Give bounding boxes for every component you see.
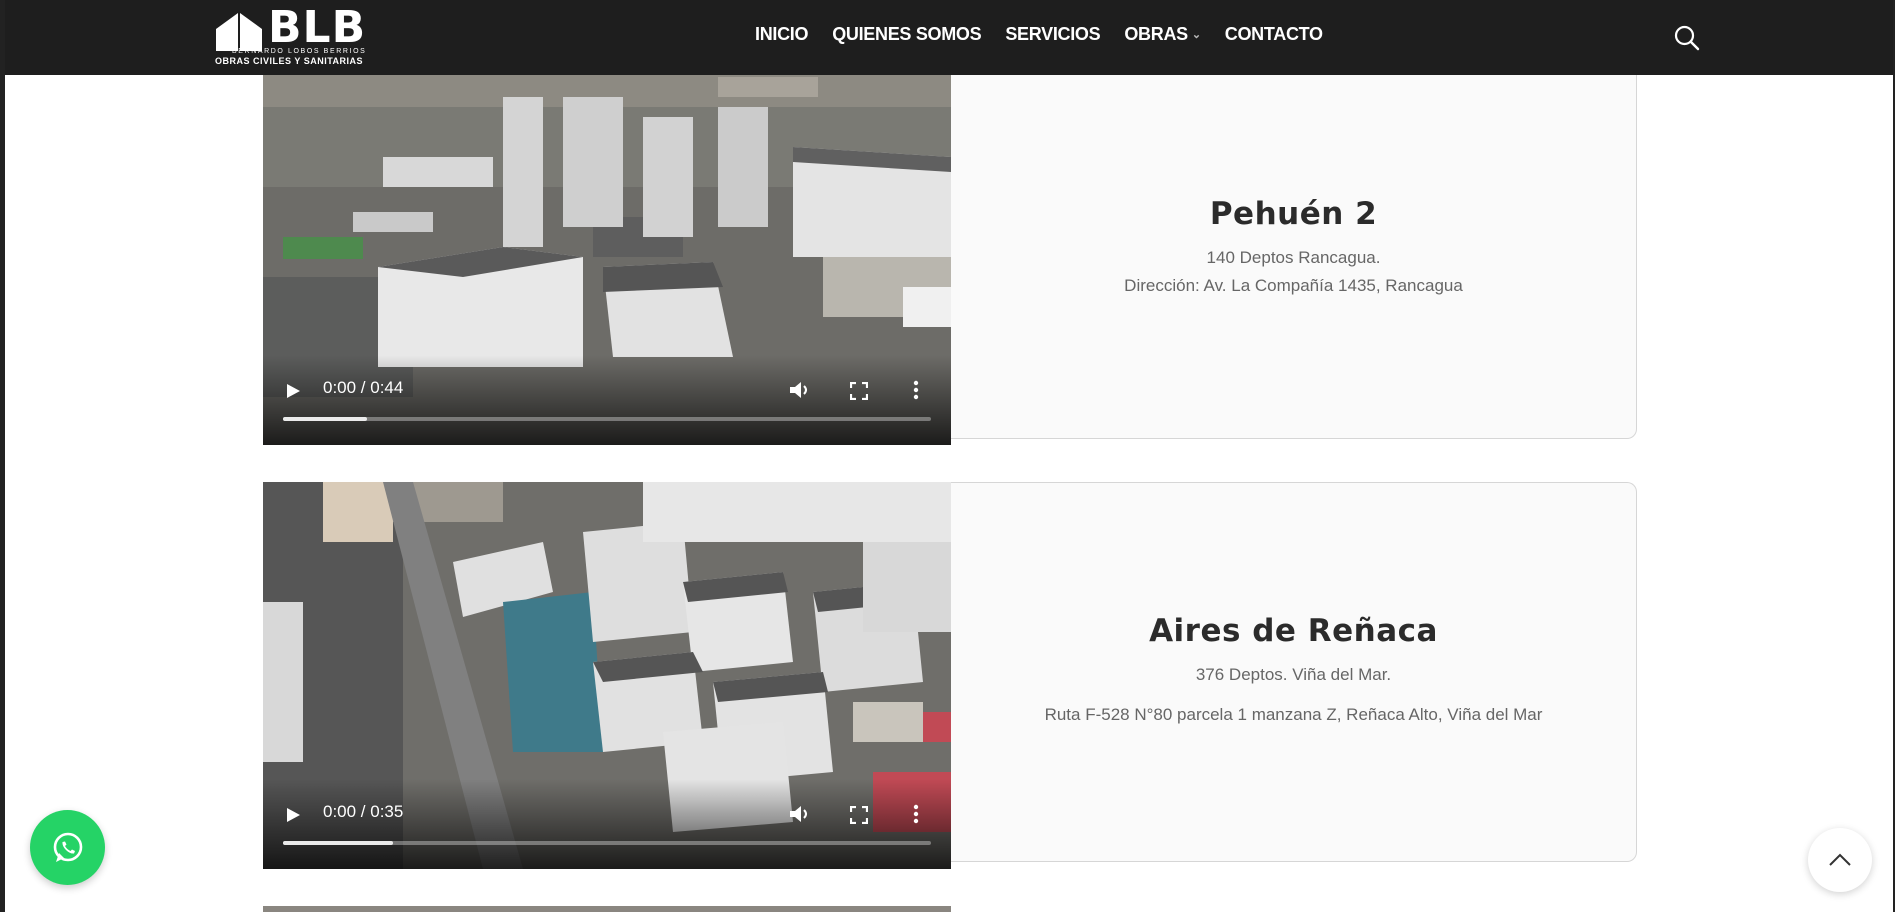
video-controls: 0:00 / 0:35 <box>263 779 951 869</box>
play-icon[interactable] <box>285 807 301 823</box>
logo-wordmark: BLB <box>268 2 367 53</box>
project-info-panel: Aires de Reñaca 376 Deptos. Viña del Mar… <box>951 482 1637 862</box>
whatsapp-icon <box>53 832 82 862</box>
video-progress-bar[interactable] <box>283 417 931 421</box>
video-controls: 0:00 / 0:44 <box>263 355 951 445</box>
nav-quienes-somos[interactable]: QUIENES SOMOS <box>832 24 981 45</box>
site-logo[interactable]: BLB BERNARDO LOBOS BERRIOS OBRAS CIVILES… <box>210 2 395 68</box>
site-header: BLB BERNARDO LOBOS BERRIOS OBRAS CIVILES… <box>5 0 1893 75</box>
nav-servicios[interactable]: SERVICIOS <box>1005 24 1100 45</box>
volume-icon[interactable] <box>789 804 811 824</box>
house-logo-icon <box>216 13 262 51</box>
chevron-up-icon <box>1829 853 1851 866</box>
chevron-down-icon: ⌄ <box>1191 29 1201 41</box>
video-time: 0:00 / 0:35 <box>323 802 404 821</box>
nav-obras[interactable]: OBRAS ⌄ <box>1124 24 1201 45</box>
volume-icon[interactable] <box>789 380 811 400</box>
project-address: Dirección: Av. La Compañía 1435, Rancagu… <box>1124 276 1463 295</box>
window-left-edge <box>0 0 5 912</box>
project-units: 376 Deptos. Viña del Mar. <box>1195 665 1392 684</box>
project-video[interactable]: 0:00 / 0:35 <box>263 482 951 869</box>
project-info-panel: Pehuén 2 140 Deptos Rancagua. Dirección:… <box>951 37 1637 439</box>
project-video[interactable]: 0:00 / 0:44 <box>263 37 951 445</box>
scroll-to-top-button[interactable] <box>1808 828 1872 892</box>
project-units: 140 Deptos Rancagua. <box>1206 248 1381 267</box>
logo-tagline: OBRAS CIVILES Y SANITARIAS <box>215 56 364 66</box>
video-time: 0:00 / 0:44 <box>323 378 404 397</box>
play-icon[interactable] <box>285 383 301 399</box>
fullscreen-icon[interactable] <box>849 381 869 401</box>
video-buffered <box>283 841 394 845</box>
whatsapp-button[interactable] <box>30 810 105 885</box>
more-options-icon[interactable] <box>913 380 919 400</box>
logo-owner-name: BERNARDO LOBOS BERRIOS <box>232 48 367 55</box>
project-address: Ruta F-528 N°80 parcela 1 manzana Z, Reñ… <box>1044 705 1543 724</box>
next-project-video-partial <box>263 906 951 912</box>
project-title: Aires de Reñaca <box>1149 613 1438 649</box>
video-progress-bar[interactable] <box>283 841 931 845</box>
nav-inicio[interactable]: INICIO <box>755 24 809 45</box>
video-buffered <box>283 417 368 421</box>
search-icon[interactable] <box>1673 24 1701 52</box>
main-nav: INICIO QUIENES SOMOS SERVICIOS OBRAS ⌄ CO… <box>755 24 1323 45</box>
more-options-icon[interactable] <box>913 804 919 824</box>
fullscreen-icon[interactable] <box>849 805 869 825</box>
nav-contacto[interactable]: CONTACTO <box>1225 24 1323 45</box>
project-title: Pehuén 2 <box>1209 196 1378 232</box>
